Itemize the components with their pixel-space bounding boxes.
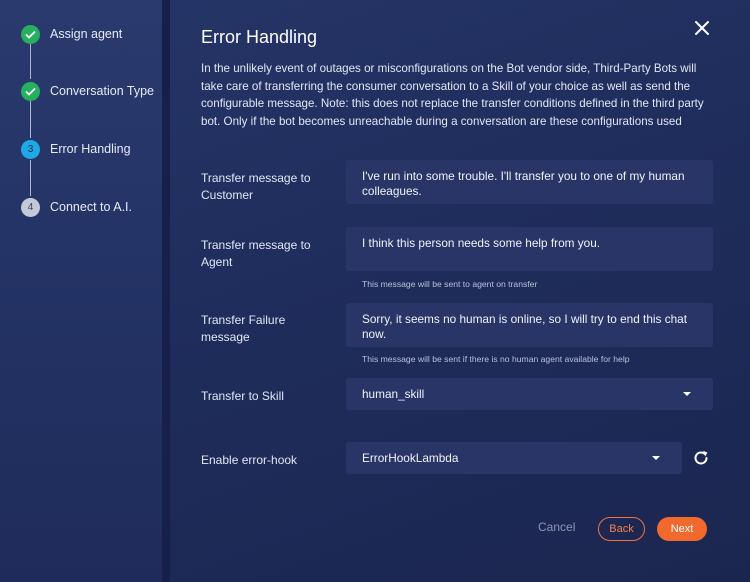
step-number-badge: 3 (21, 139, 40, 159)
step-assign-agent[interactable]: Assign agent (21, 24, 122, 44)
sidebar-divider (162, 0, 170, 582)
customer-message-input[interactable]: I've run into some trouble. I'll transfe… (346, 160, 713, 204)
step-connector (30, 101, 31, 138)
skill-select-value: human_skill (362, 387, 425, 401)
step-connect-ai[interactable]: 4 Connect to A.I. (21, 197, 132, 217)
step-conversation-type[interactable]: Conversation Type (21, 81, 154, 101)
next-button[interactable]: Next (657, 517, 707, 541)
checkmark-icon (21, 24, 40, 44)
step-label: Error Handling (50, 142, 131, 156)
step-label: Assign agent (50, 27, 123, 41)
step-connector (30, 44, 31, 79)
page-title: Error Handling (201, 27, 318, 47)
chevron-down-icon (652, 456, 660, 460)
skill-select[interactable]: human_skill (346, 378, 713, 410)
step-label: Connect to A.I. (50, 200, 132, 214)
back-button[interactable]: Back (598, 517, 645, 541)
chevron-down-icon (683, 392, 691, 396)
wizard-window: Assign agent Conversation Type 3 Error H… (0, 0, 750, 582)
failure-message-label: Transfer Failure message (201, 313, 286, 344)
cancel-button[interactable]: Cancel (538, 520, 575, 534)
skill-label: Transfer to Skill (201, 389, 284, 403)
description-text: In the unlikely event of outages or misc… (201, 62, 704, 128)
step-connector (30, 160, 31, 196)
step-label: Conversation Type (50, 84, 154, 98)
error-hook-label: Enable error-hook (201, 453, 298, 467)
customer-message-label: Transfer message to Customer (201, 171, 311, 202)
main-panel: Error Handling In the unlikely event of … (170, 0, 750, 582)
close-icon[interactable] (692, 18, 712, 38)
agent-message-label: Transfer message to Agent (201, 238, 311, 269)
error-hook-select[interactable]: ErrorHookLambda (346, 442, 682, 474)
agent-message-input[interactable]: I think this person needs some help from… (346, 227, 713, 271)
error-hook-select-value: ErrorHookLambda (362, 451, 459, 465)
step-number-badge: 4 (21, 197, 40, 217)
step-error-handling[interactable]: 3 Error Handling (21, 139, 131, 159)
agent-message-hint: This message will be sent to agent on tr… (362, 279, 538, 289)
failure-message-hint: This message will be sent if there is no… (362, 354, 630, 364)
failure-message-input[interactable]: Sorry, it seems no human is online, so I… (346, 303, 713, 347)
wizard-stepper: Assign agent Conversation Type 3 Error H… (0, 0, 162, 582)
checkmark-icon (21, 81, 40, 101)
refresh-icon[interactable] (691, 448, 711, 468)
